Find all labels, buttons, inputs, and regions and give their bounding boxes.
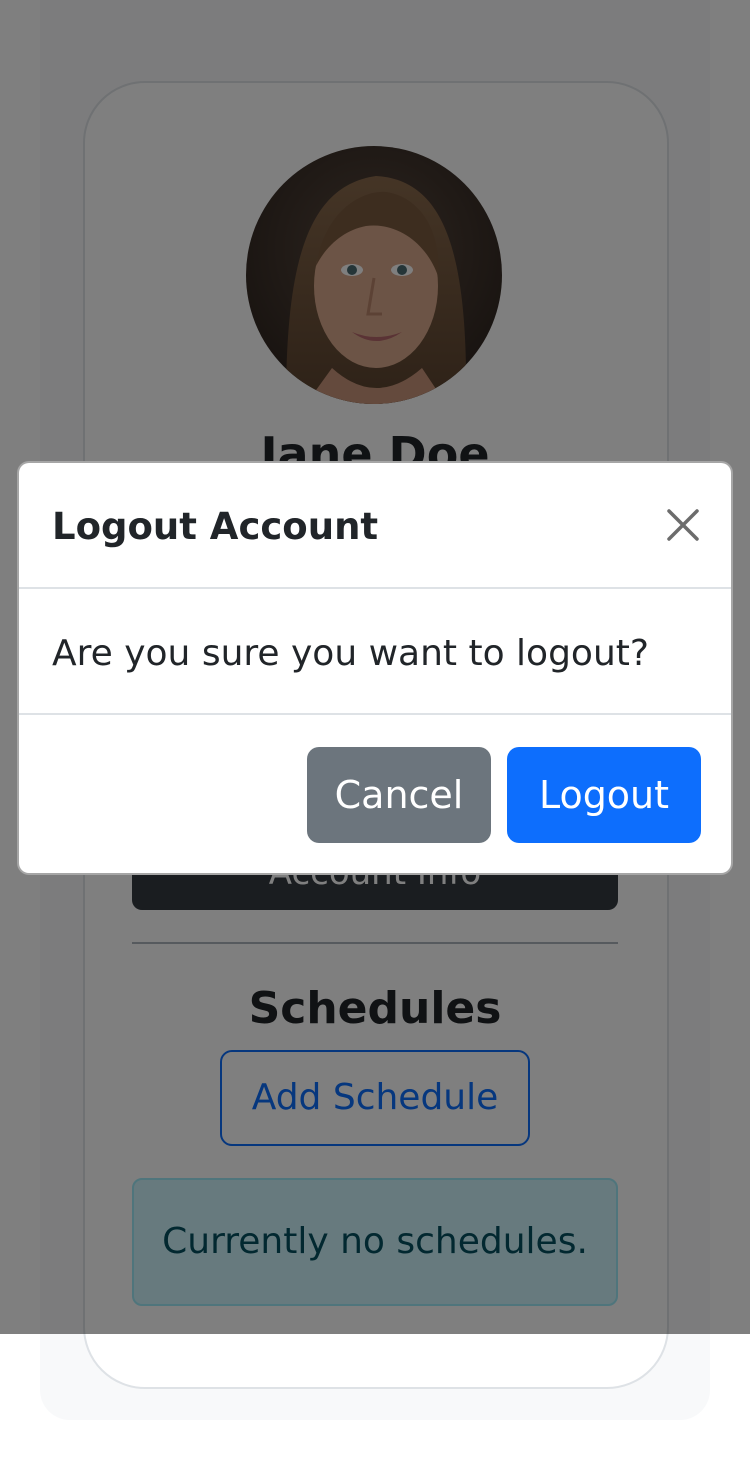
- close-button[interactable]: [663, 505, 703, 545]
- cancel-button[interactable]: Cancel: [307, 747, 491, 843]
- modal-body: Are you sure you want to logout?: [19, 589, 731, 715]
- modal-message: Are you sure you want to logout?: [52, 633, 649, 674]
- modal-header: Logout Account: [19, 463, 731, 589]
- modal-title: Logout Account: [52, 505, 379, 548]
- close-icon: [667, 509, 699, 541]
- logout-modal: Logout Account Are you sure you want to …: [17, 461, 733, 875]
- logout-button[interactable]: Logout: [507, 747, 701, 843]
- profile-page: Jane Doe Account Info Schedules Add Sche…: [0, 0, 750, 1468]
